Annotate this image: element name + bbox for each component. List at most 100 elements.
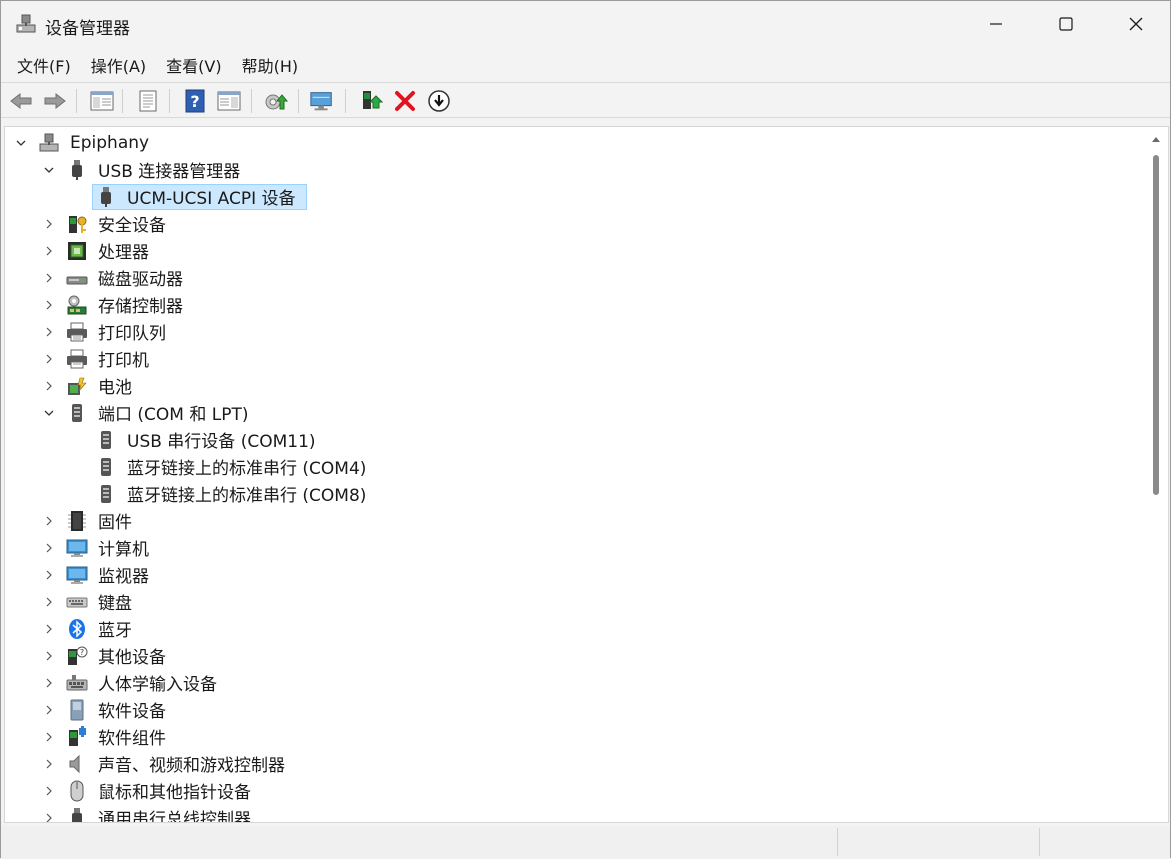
tree-item-mice[interactable]: 鼠标和其他指针设备	[5, 777, 1135, 804]
monitor-icon	[66, 564, 88, 586]
tree-item-print-queues[interactable]: 打印队列	[5, 318, 1135, 345]
device-manager-icon	[15, 13, 37, 35]
tree-item-label: 蓝牙链接上的标准串行 (COM8)	[127, 486, 367, 506]
vertical-scrollbar[interactable]	[1149, 131, 1163, 821]
tree-item-ports[interactable]: 端口 (COM 和 LPT)	[5, 399, 1135, 426]
tree-item-processors[interactable]: 处理器	[5, 237, 1135, 264]
chevron-right-icon[interactable]	[43, 353, 55, 365]
battery-icon	[66, 375, 88, 397]
other-devices-icon: ?	[66, 645, 88, 667]
properties-icon	[139, 90, 157, 112]
svg-text:?: ?	[80, 648, 84, 657]
hid-icon	[66, 672, 88, 694]
tree-item-label: 键盘	[98, 594, 132, 614]
tree-item-sound-video-game[interactable]: 声音、视频和游戏控制器	[5, 750, 1135, 777]
tree-item-bt-serial-com8[interactable]: 蓝牙链接上的标准串行 (COM8)	[5, 480, 1135, 507]
tree-item-label: USB 串行设备 (COM11)	[127, 432, 316, 452]
menu-view[interactable]: 查看(V)	[156, 51, 231, 79]
tree-item-bluetooth[interactable]: 蓝牙	[5, 615, 1135, 642]
properties-button[interactable]	[135, 88, 161, 114]
printer-icon	[66, 348, 88, 370]
print-queue-icon	[66, 321, 88, 343]
menu-file[interactable]: 文件(F)	[7, 51, 81, 79]
forward-button[interactable]	[42, 88, 68, 114]
storage-controller-icon	[66, 294, 88, 316]
chevron-right-icon[interactable]	[43, 650, 55, 662]
maximize-icon	[1059, 17, 1073, 31]
device-tree: Epiphany USB 连接器管理器 UCM-UCSI ACPI 设备 安全设…	[4, 126, 1169, 823]
chevron-right-icon[interactable]	[43, 596, 55, 608]
help-button[interactable]: ?	[182, 88, 208, 114]
tree-item-label: 计算机	[98, 540, 149, 560]
tree-item-storage-controllers[interactable]: 存储控制器	[5, 291, 1135, 318]
chevron-right-icon[interactable]	[43, 542, 55, 554]
chevron-down-icon[interactable]	[43, 407, 55, 419]
chevron-right-icon[interactable]	[43, 677, 55, 689]
chevron-right-icon[interactable]	[43, 812, 55, 823]
action-pane-icon	[217, 91, 241, 111]
chevron-right-icon[interactable]	[43, 380, 55, 392]
firmware-icon	[66, 510, 88, 532]
tree-item-label: 端口 (COM 和 LPT)	[98, 405, 249, 425]
tree-item-software-components[interactable]: 软件组件	[5, 723, 1135, 750]
chevron-down-icon[interactable]	[15, 137, 27, 149]
tree-item-batteries[interactable]: 电池	[5, 372, 1135, 399]
back-button[interactable]	[8, 88, 34, 114]
tree-item-hid[interactable]: 人体学输入设备	[5, 669, 1135, 696]
bluetooth-icon	[66, 618, 88, 640]
chevron-right-icon[interactable]	[43, 515, 55, 527]
chevron-down-icon[interactable]	[43, 164, 55, 176]
tree-item-other-devices[interactable]: ? 其他设备	[5, 642, 1135, 669]
chevron-right-icon[interactable]	[43, 326, 55, 338]
update-driver-button[interactable]	[263, 88, 289, 114]
tree-item-label: 其他设备	[98, 648, 166, 668]
tree-item-computer[interactable]: 计算机	[5, 534, 1135, 561]
tree-item-monitors[interactable]: 监视器	[5, 561, 1135, 588]
tree-item-ucm-ucsi-acpi-device[interactable]: UCM-UCSI ACPI 设备	[5, 183, 1135, 210]
tree-item-usb-connector-managers[interactable]: USB 连接器管理器	[5, 156, 1135, 183]
tree-item-security-devices[interactable]: 安全设备	[5, 210, 1135, 237]
menu-action[interactable]: 操作(A)	[81, 51, 156, 79]
chevron-right-icon[interactable]	[43, 245, 55, 257]
minimize-button[interactable]	[961, 1, 1031, 47]
scroll-up-arrow-icon[interactable]	[1152, 137, 1160, 142]
tree-item-bt-serial-com4[interactable]: 蓝牙链接上的标准串行 (COM4)	[5, 453, 1135, 480]
tree-item-label: 磁盘驱动器	[98, 270, 183, 290]
scan-hardware-button[interactable]	[309, 88, 335, 114]
status-divider	[837, 828, 838, 856]
tree-item-disk-drives[interactable]: 磁盘驱动器	[5, 264, 1135, 291]
uninstall-device-button[interactable]	[392, 88, 418, 114]
close-icon	[1129, 17, 1143, 31]
window-title: 设备管理器	[45, 19, 130, 39]
chevron-right-icon[interactable]	[43, 218, 55, 230]
chevron-right-icon[interactable]	[43, 569, 55, 581]
maximize-button[interactable]	[1031, 1, 1101, 47]
tree-item-keyboards[interactable]: 键盘	[5, 588, 1135, 615]
disable-device-button[interactable]	[426, 88, 452, 114]
tree-item-usb-controllers[interactable]: 通用串行总线控制器	[5, 804, 1135, 823]
chevron-right-icon[interactable]	[43, 731, 55, 743]
chevron-right-icon[interactable]	[43, 758, 55, 770]
chevron-right-icon[interactable]	[43, 299, 55, 311]
menu-help[interactable]: 帮助(H)	[232, 51, 309, 79]
action-pane-button[interactable]	[216, 88, 242, 114]
chevron-right-icon[interactable]	[43, 272, 55, 284]
status-divider	[1039, 828, 1040, 856]
tree-item-firmware[interactable]: 固件	[5, 507, 1135, 534]
tree-root[interactable]: Epiphany	[5, 129, 1135, 156]
chevron-right-icon[interactable]	[43, 704, 55, 716]
tree-item-printers[interactable]: 打印机	[5, 345, 1135, 372]
tree-item-usb-serial-com11[interactable]: USB 串行设备 (COM11)	[5, 426, 1135, 453]
back-icon	[10, 92, 32, 110]
scan-hardware-icon	[310, 92, 332, 111]
scrollbar-thumb[interactable]	[1153, 155, 1159, 495]
chevron-right-icon[interactable]	[43, 623, 55, 635]
enable-device-button[interactable]	[358, 88, 384, 114]
software-device-icon	[66, 699, 88, 721]
tree-item-label: 存储控制器	[98, 297, 183, 317]
tree-item-software-devices[interactable]: 软件设备	[5, 696, 1135, 723]
show-hide-console-tree-button[interactable]	[89, 88, 115, 114]
security-device-icon	[66, 213, 88, 235]
close-button[interactable]	[1101, 1, 1171, 47]
chevron-right-icon[interactable]	[43, 785, 55, 797]
